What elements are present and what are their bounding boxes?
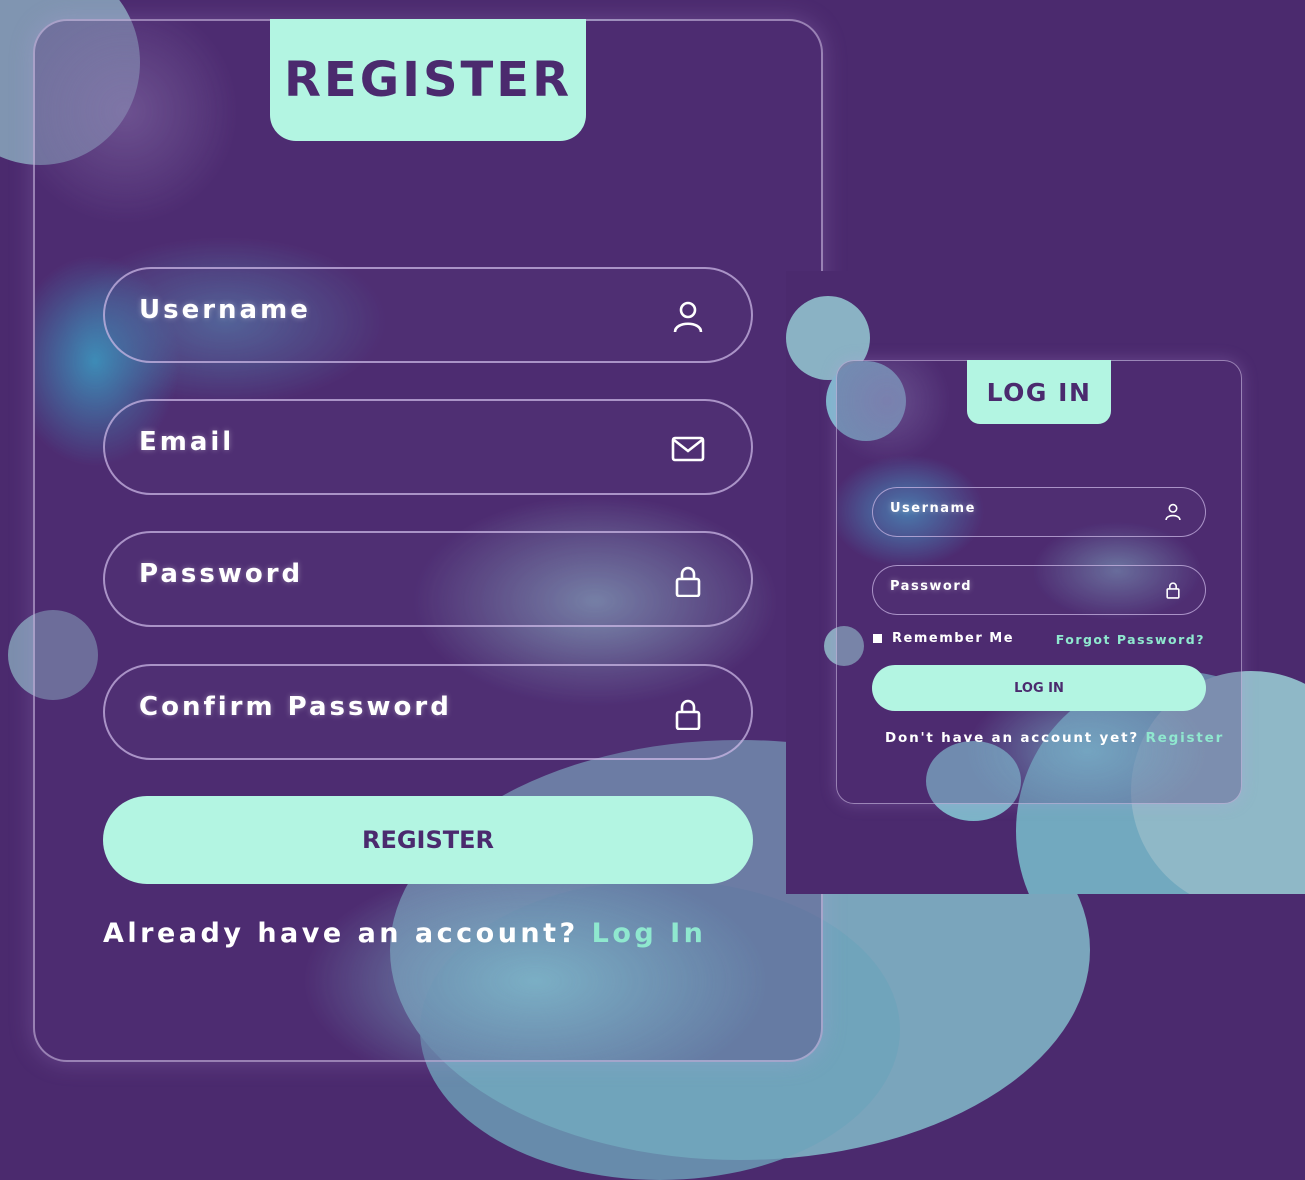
user-icon xyxy=(1164,503,1182,521)
lock-icon xyxy=(1164,581,1182,599)
mail-icon xyxy=(671,433,705,465)
login-footer: Don't have an account yet? Register xyxy=(885,730,1224,746)
login-preview: LOG IN Username Password Remember Me For… xyxy=(786,271,1305,894)
password-field[interactable]: Password xyxy=(103,531,753,627)
register-button[interactable]: REGISTER xyxy=(103,796,753,884)
remember-checkbox[interactable] xyxy=(873,634,882,643)
username-placeholder: Username xyxy=(890,501,976,516)
login-button[interactable]: LOG IN xyxy=(872,665,1206,711)
password-placeholder: Password xyxy=(890,579,973,594)
login-password-field[interactable]: Password xyxy=(872,565,1206,615)
lock-icon xyxy=(671,698,705,730)
email-field[interactable]: Email xyxy=(103,399,753,495)
register-footer: Already have an account? Log In xyxy=(103,918,706,949)
forgot-password-link[interactable]: Forgot Password? xyxy=(1056,632,1205,647)
footer-text: Already have an account? xyxy=(103,918,579,949)
footer-text: Don't have an account yet? xyxy=(885,730,1139,746)
remember-label: Remember Me xyxy=(892,631,1015,646)
email-placeholder: Email xyxy=(139,427,235,457)
confirm-password-field[interactable]: Confirm Password xyxy=(103,664,753,760)
username-field[interactable]: Username xyxy=(103,267,753,363)
login-link[interactable]: Log In xyxy=(592,918,707,949)
login-title: LOG IN xyxy=(967,360,1111,424)
register-link[interactable]: Register xyxy=(1145,730,1224,746)
login-username-field[interactable]: Username xyxy=(872,487,1206,537)
password-placeholder: Password xyxy=(139,559,304,589)
confirm-password-placeholder: Confirm Password xyxy=(139,692,452,722)
user-icon xyxy=(671,301,705,333)
register-title: REGISTER xyxy=(270,19,586,141)
remember-me[interactable]: Remember Me xyxy=(873,631,1014,646)
lock-icon xyxy=(671,565,705,597)
username-placeholder: Username xyxy=(139,295,311,325)
